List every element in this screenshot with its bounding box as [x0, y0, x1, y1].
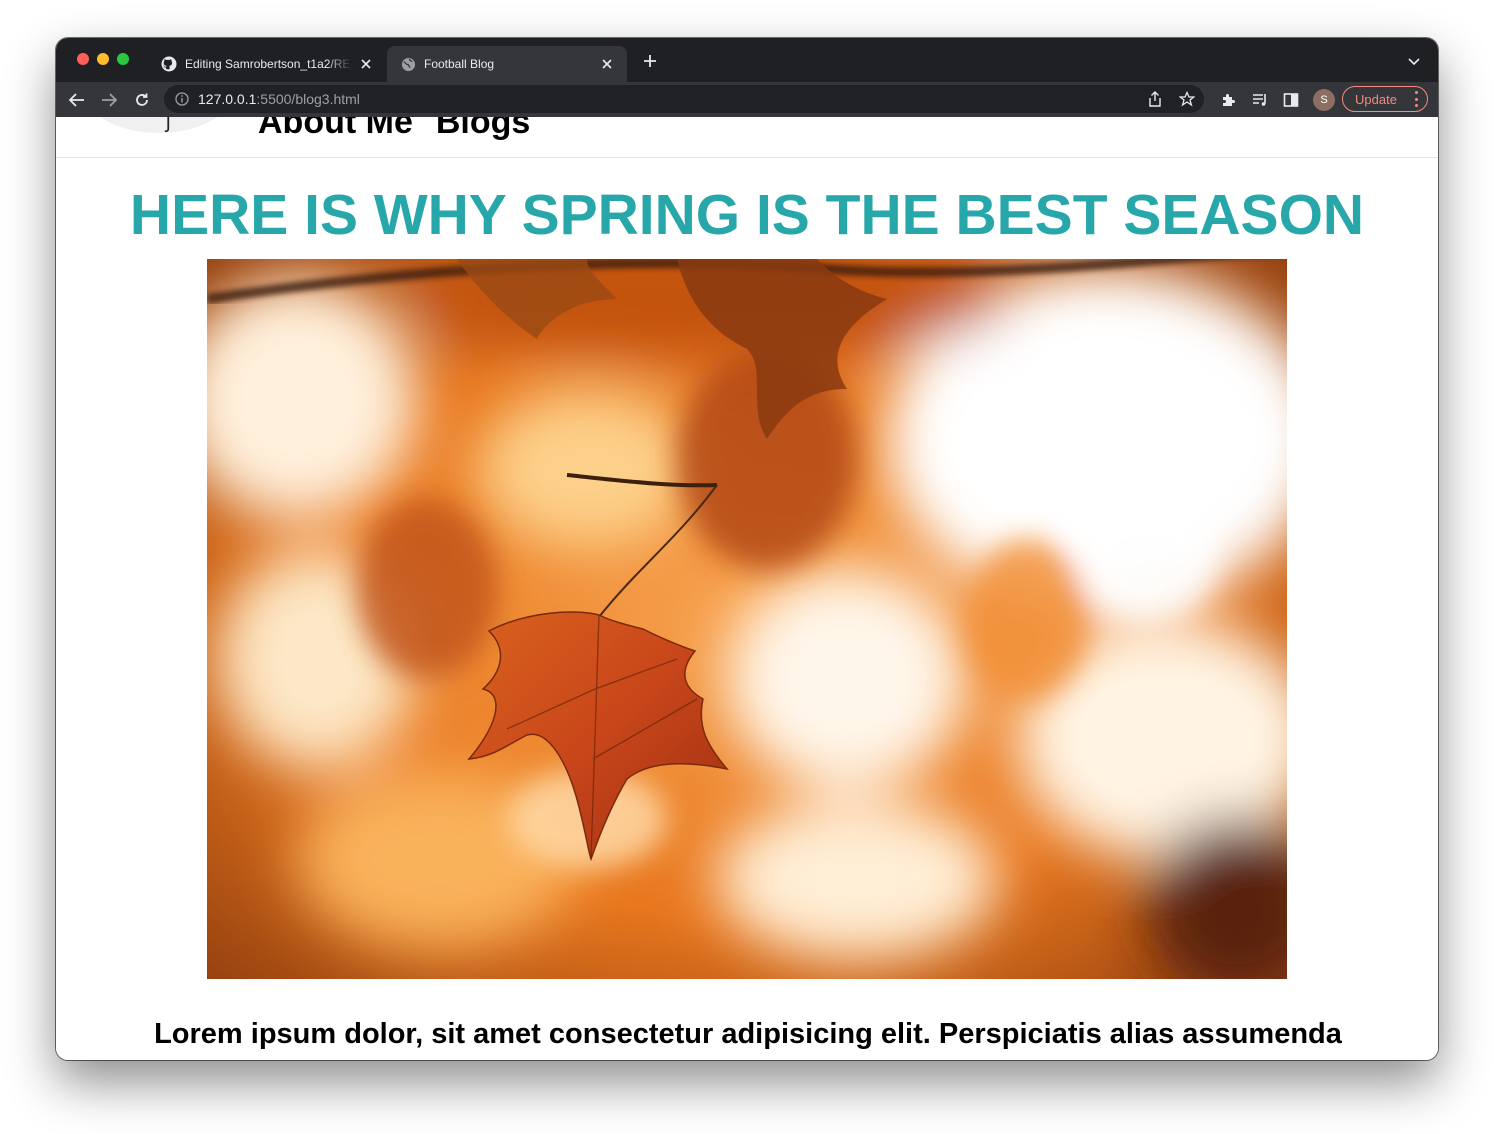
tab-title: Editing Samrobertson_t1a2/README.md at m… — [185, 57, 352, 71]
reload-icon[interactable] — [130, 88, 154, 112]
site-header: ʃ About Me Blogs — [56, 117, 1438, 158]
browser-window: Editing Samrobertson_t1a2/README.md at m… — [56, 38, 1438, 1060]
side-panel-icon[interactable] — [1279, 88, 1303, 112]
blog-headline: HERE IS WHY SPRING IS THE BEST SEASON — [129, 183, 1365, 247]
bookmark-star-icon[interactable] — [1178, 90, 1196, 108]
github-icon — [161, 56, 177, 72]
more-menu-icon — [1413, 91, 1419, 107]
back-arrow-icon[interactable] — [65, 88, 89, 112]
blog-body-text: Lorem ipsum dolor, sit amet consectetur … — [149, 1018, 1346, 1060]
tab-football-blog[interactable]: Football Blog — [387, 46, 627, 82]
web-page: ʃ About Me Blogs HERE IS WHY SPRING IS T… — [56, 117, 1438, 1060]
reading-list-icon[interactable] — [1248, 88, 1272, 112]
site-logo[interactable] — [84, 117, 234, 133]
nav-blogs[interactable]: Blogs — [436, 117, 530, 139]
new-tab-button[interactable] — [641, 52, 659, 70]
forward-arrow-icon[interactable] — [97, 88, 121, 112]
address-bar[interactable]: 127.0.0.1:5500/blog3.html — [164, 85, 1204, 113]
nav-about-me[interactable]: About Me — [258, 117, 413, 139]
chevron-down-icon[interactable] — [1406, 54, 1422, 70]
update-button[interactable]: Update — [1342, 86, 1428, 112]
hero-image — [207, 259, 1287, 979]
site-nav: About Me Blogs — [258, 117, 530, 139]
logo-glyph-icon: ʃ — [166, 117, 171, 133]
zoom-window-button[interactable] — [117, 53, 129, 65]
tab-title: Football Blog — [424, 57, 495, 71]
close-icon[interactable] — [358, 56, 374, 72]
info-icon[interactable] — [174, 91, 190, 107]
tab-strip: Editing Samrobertson_t1a2/README.md at m… — [56, 38, 1438, 82]
tab-github-editing[interactable]: Editing Samrobertson_t1a2/README.md at m… — [148, 46, 386, 82]
update-label: Update — [1355, 91, 1397, 107]
url-path: :5500/blog3.html — [256, 91, 360, 107]
close-window-button[interactable] — [77, 53, 89, 65]
minimize-window-button[interactable] — [97, 53, 109, 65]
url-host: 127.0.0.1 — [198, 91, 257, 107]
extensions-puzzle-icon[interactable] — [1216, 88, 1240, 112]
share-icon[interactable] — [1146, 90, 1164, 108]
close-icon[interactable] — [599, 56, 615, 72]
profile-avatar[interactable]: S — [1313, 89, 1335, 111]
globe-icon — [400, 56, 416, 72]
browser-toolbar: 127.0.0.1:5500/blog3.html S Update — [56, 82, 1438, 117]
url-text: 127.0.0.1:5500/blog3.html — [198, 91, 360, 107]
